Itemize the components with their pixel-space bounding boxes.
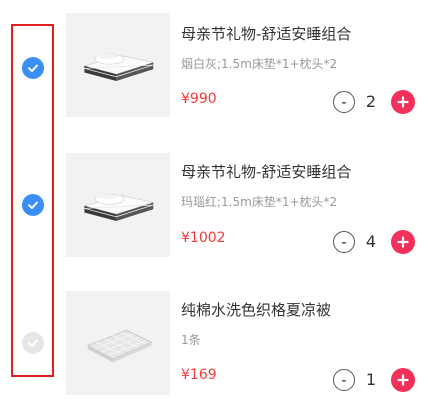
decrease-quantity-button[interactable]: - bbox=[333, 91, 355, 113]
product-price: ¥1002 bbox=[181, 230, 226, 246]
plus-icon bbox=[397, 374, 409, 386]
product-title[interactable]: 母亲节礼物-舒适安睡组合 bbox=[181, 161, 351, 182]
product-title[interactable]: 母亲节礼物-舒适安睡组合 bbox=[181, 23, 351, 44]
mattress-pillow-image bbox=[83, 53, 155, 81]
decrease-quantity-button[interactable]: - bbox=[333, 369, 355, 391]
cart-item: 母亲节礼物-舒适安睡组合 玛瑙红;1.5m床垫*1+枕头*2 ¥1002 - 4 bbox=[0, 153, 428, 273]
minus-icon: - bbox=[341, 92, 347, 111]
product-image[interactable] bbox=[66, 13, 170, 117]
product-image[interactable] bbox=[66, 153, 170, 257]
cart-item: 母亲节礼物-舒适安睡组合 烟白灰;1.5m床垫*1+枕头*2 ¥990 - 2 bbox=[0, 13, 428, 133]
plus-icon bbox=[397, 96, 409, 108]
increase-quantity-button[interactable] bbox=[391, 230, 415, 254]
plus-icon bbox=[397, 236, 409, 248]
increase-quantity-button[interactable] bbox=[391, 368, 415, 392]
mattress-pillow-image bbox=[83, 193, 155, 221]
product-spec: 1条 bbox=[181, 333, 201, 347]
product-image[interactable] bbox=[66, 291, 170, 395]
minus-icon: - bbox=[341, 232, 347, 251]
decrease-quantity-button[interactable]: - bbox=[333, 231, 355, 253]
quantity-value: 4 bbox=[365, 232, 377, 251]
minus-icon: - bbox=[341, 370, 347, 389]
product-spec: 烟白灰;1.5m床垫*1+枕头*2 bbox=[181, 57, 338, 71]
quantity-value: 2 bbox=[365, 92, 377, 111]
product-title[interactable]: 纯棉水洗色织格夏凉被 bbox=[181, 299, 331, 320]
quantity-value: 1 bbox=[365, 370, 377, 389]
product-price: ¥990 bbox=[181, 91, 217, 107]
increase-quantity-button[interactable] bbox=[391, 90, 415, 114]
cart-item: 纯棉水洗色织格夏凉被 1条 ¥169 - 1 bbox=[0, 291, 428, 411]
selection-highlight-box bbox=[11, 24, 54, 377]
product-spec: 玛瑙红;1.5m床垫*1+枕头*2 bbox=[181, 195, 338, 209]
quilt-image bbox=[86, 330, 153, 363]
product-price: ¥169 bbox=[181, 367, 217, 383]
